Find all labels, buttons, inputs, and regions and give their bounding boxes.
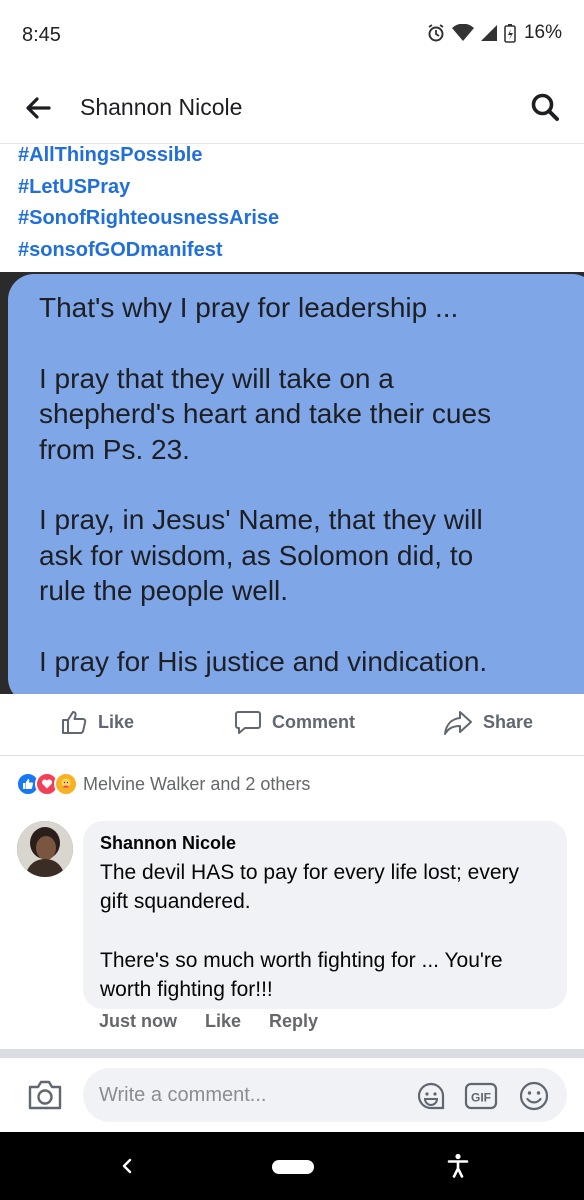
comment-composer: GIF — [0, 1058, 584, 1132]
thumbs-up-icon — [62, 711, 87, 734]
message-line: ask for wisdom, as Solomon did, to — [39, 539, 474, 571]
message-line: That's why I pray for leadership ... — [39, 292, 459, 323]
post-image[interactable]: That's why I pray for leadership ... I p… — [0, 272, 584, 694]
divider — [0, 1049, 584, 1058]
reactions-summary[interactable]: Melvine Walker and 2 others — [16, 772, 310, 796]
camera-icon — [28, 1080, 62, 1110]
comment-text-line: gift squandered. — [100, 890, 251, 913]
svg-text:GIF: GIF — [471, 1091, 491, 1105]
sticker-icon — [417, 1082, 445, 1110]
camera-button[interactable] — [26, 1076, 64, 1114]
back-button[interactable] — [22, 92, 54, 124]
status-time: 8:45 — [22, 24, 61, 46]
message-line: I pray for His justice and vindication. — [39, 645, 488, 677]
accessibility-icon — [447, 1153, 469, 1178]
app-bar: Shannon Nicole — [0, 72, 584, 144]
battery-percent: 16% — [523, 22, 562, 43]
post-hashtags: #AllThingsPossible #LetUSPray #SonofRigh… — [18, 140, 568, 266]
accessibility-button[interactable] — [444, 1152, 472, 1180]
hashtag-link[interactable]: #sonsofGODmanifest — [18, 235, 568, 267]
message-line: I pray that they will take on a — [39, 362, 394, 394]
hashtag-link[interactable]: #LetUSPray — [18, 172, 568, 204]
gif-button[interactable]: GIF — [464, 1079, 498, 1113]
message-bubble: That's why I pray for leadership ... I p… — [8, 274, 584, 694]
message-line: rule the people well. — [39, 575, 289, 606]
nav-home-pill[interactable] — [272, 1160, 314, 1174]
post-action-bar: Like Comment Share — [0, 694, 584, 756]
comment-label: Comment — [272, 711, 356, 732]
comment-bubble: Shannon Nicole The devil HAS to pay for … — [83, 821, 567, 1009]
reactions-text: Melvine Walker and 2 others — [83, 773, 311, 794]
status-bar: 8:45 16% — [0, 0, 584, 72]
comment-author[interactable]: Shannon Nicole — [100, 833, 550, 854]
emoji-button[interactable] — [517, 1079, 551, 1113]
avatar[interactable] — [17, 821, 73, 877]
page-title: Shannon Nicole — [80, 94, 243, 120]
search-icon — [531, 93, 559, 121]
care-reaction-icon — [54, 772, 78, 796]
like-button[interactable]: Like — [60, 708, 134, 736]
emoji-icon — [519, 1081, 549, 1111]
wifi-icon — [451, 24, 474, 42]
comment-text-line: There's so much worth fighting for ... Y… — [100, 949, 503, 972]
hashtag-link[interactable]: #AllThingsPossible — [18, 140, 568, 172]
share-button[interactable]: Share — [443, 708, 533, 736]
signal-icon — [480, 24, 498, 42]
share-label: Share — [483, 711, 534, 732]
system-nav-bar — [0, 1132, 584, 1200]
share-arrow-icon — [444, 711, 472, 735]
gif-icon: GIF — [464, 1082, 498, 1110]
comment-timestamp: Just now — [99, 1011, 178, 1031]
alarm-icon — [426, 23, 446, 43]
chevron-left-icon — [122, 1158, 132, 1174]
battery-charging-icon — [504, 23, 516, 43]
search-button[interactable] — [528, 90, 562, 124]
comment-button[interactable]: Comment — [234, 708, 355, 736]
comment-actions: Just now Like Reply — [99, 1011, 318, 1032]
comment-reply-button[interactable]: Reply — [269, 1011, 318, 1032]
status-icons: 16% — [426, 22, 562, 44]
like-label: Like — [98, 711, 135, 732]
comment-text-line: The devil HAS to pay for every life lost… — [100, 861, 520, 884]
message-line: from Ps. 23. — [39, 433, 190, 465]
sticker-button[interactable] — [414, 1079, 448, 1113]
comment-like-button[interactable]: Like — [205, 1011, 241, 1032]
comment-bubble-icon — [235, 711, 261, 734]
message-line: shepherd's heart and take their cues — [39, 398, 492, 429]
comment-text-line: worth fighting for!!! — [100, 978, 273, 1001]
hashtag-link[interactable]: #SonofRighteousnessArise — [18, 203, 568, 235]
nav-back-button[interactable] — [115, 1154, 139, 1178]
message-line: I pray, in Jesus' Name, that they will — [39, 504, 483, 535]
arrow-left-icon — [26, 97, 51, 119]
